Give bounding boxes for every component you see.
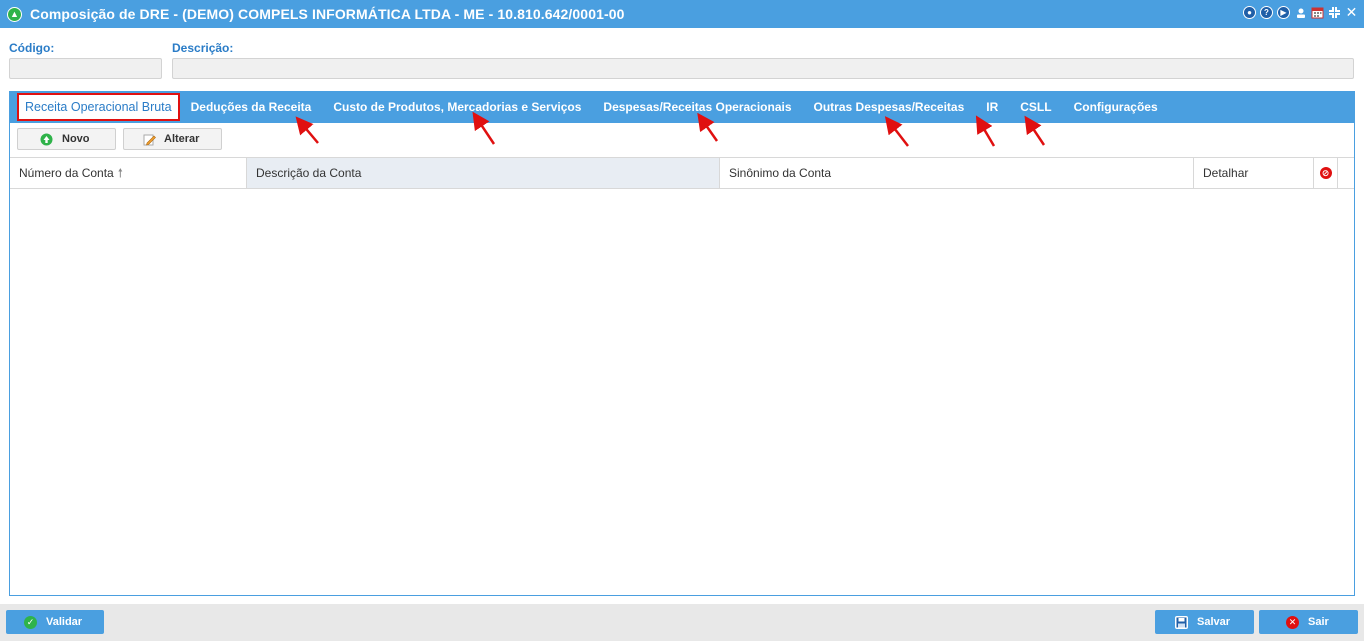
add-icon (40, 133, 53, 146)
close-icon[interactable]: ✕ (1345, 4, 1358, 20)
user-icon[interactable] (1294, 6, 1307, 19)
descricao-label: Descrição: (172, 41, 234, 55)
tab-csll[interactable]: CSLL (1009, 91, 1062, 123)
save-icon (1175, 615, 1188, 629)
tab-deducoes-da-receita[interactable]: Deduções da Receita (180, 91, 323, 123)
column-label: Número da Conta (19, 166, 114, 180)
column-label: Detalhar (1203, 166, 1249, 180)
sair-button[interactable]: ✕ Sair (1259, 610, 1358, 634)
tab-configuracoes[interactable]: Configurações (1063, 91, 1169, 123)
grid-toolbar: Novo Alterar (17, 128, 222, 150)
eye-icon[interactable]: ● (1243, 6, 1256, 19)
column-descricao-da-conta[interactable]: Descrição da Conta (247, 158, 720, 188)
app-icon: ▲ (7, 6, 22, 22)
column-detalhar[interactable]: Detalhar (1194, 158, 1314, 188)
exit-icon: ✕ (1286, 615, 1299, 629)
column-label: Sinônimo da Conta (729, 166, 832, 180)
window-titlebar: ▲ Composição de DRE - (DEMO) COMPELS INF… (0, 0, 1364, 28)
play-icon[interactable]: ▶ (1277, 6, 1290, 19)
column-sinonimo-da-conta[interactable]: Sinônimo da Conta (720, 158, 1194, 188)
validar-label: Validar (46, 616, 83, 628)
tab-custo-produtos[interactable]: Custo de Produtos, Mercadorias e Serviço… (322, 91, 592, 123)
tab-despesas-receitas-operacionais[interactable]: Despesas/Receitas Operacionais (592, 91, 802, 123)
title-tools: ● ? ▶ ✕ (1243, 4, 1358, 20)
codigo-field[interactable] (9, 58, 162, 79)
novo-button[interactable]: Novo (17, 128, 116, 150)
window-title: Composição de DRE - (DEMO) COMPELS INFOR… (30, 6, 625, 22)
codigo-label: Código: (9, 41, 55, 55)
sort-asc-icon: 🠕 (117, 166, 123, 180)
grid-header: Número da Conta 🠕 Descrição da Conta Sinô… (10, 157, 1354, 189)
descricao-field[interactable] (172, 58, 1354, 79)
alterar-button[interactable]: Alterar (123, 128, 222, 150)
salvar-button[interactable]: Salvar (1155, 610, 1254, 634)
delete-column[interactable]: ⊘ (1314, 158, 1338, 188)
validar-button[interactable]: ✓ Validar (6, 610, 104, 634)
alterar-label: Alterar (164, 133, 200, 145)
column-label: Descrição da Conta (256, 166, 362, 180)
check-icon: ✓ (24, 615, 37, 629)
delete-icon: ⊘ (1319, 167, 1332, 179)
tab-content: Novo Alterar Número da Conta 🠕 Descrição … (9, 123, 1355, 596)
novo-label: Novo (62, 133, 90, 145)
sair-label: Sair (1308, 616, 1329, 628)
tab-bar: Receita Operacional Bruta Deduções da Re… (9, 91, 1355, 123)
column-numero-da-conta[interactable]: Número da Conta 🠕 (10, 158, 247, 188)
tab-ir[interactable]: IR (975, 91, 1009, 123)
salvar-label: Salvar (1197, 616, 1231, 628)
help-icon[interactable]: ? (1260, 6, 1273, 19)
calendar-icon[interactable] (1311, 6, 1324, 19)
tab-receita-operacional-bruta[interactable]: Receita Operacional Bruta (17, 93, 180, 121)
minimize-icon[interactable] (1328, 6, 1341, 19)
tab-outras-despesas-receitas[interactable]: Outras Despesas/Receitas (803, 91, 976, 123)
grid-body (10, 189, 1354, 595)
edit-icon (143, 134, 156, 146)
footer-bar: ✓ Validar Salvar ✕ Sair (0, 604, 1364, 641)
